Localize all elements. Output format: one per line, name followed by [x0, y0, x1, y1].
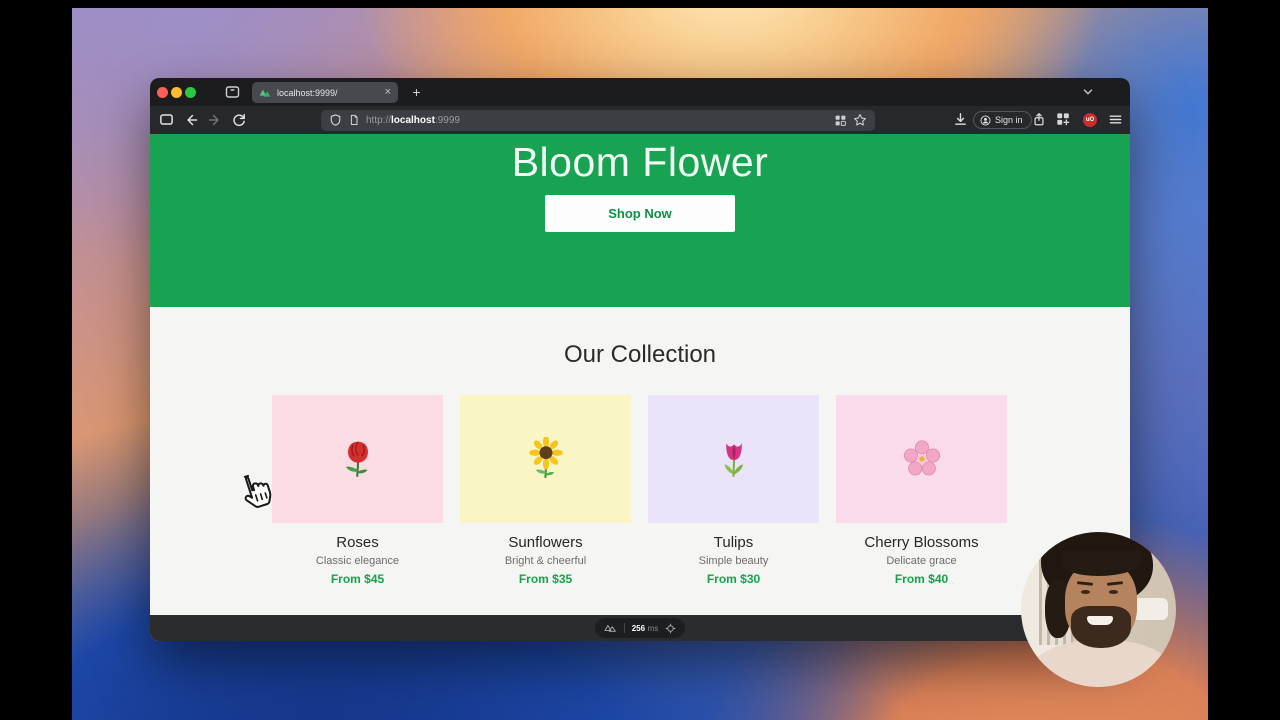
product-price: From $35 [460, 572, 631, 586]
collection-section: Our Collection [150, 307, 1130, 615]
back-icon[interactable] [183, 112, 199, 128]
performance-widget[interactable]: 256 ms [595, 618, 686, 638]
reload-icon[interactable] [231, 112, 247, 128]
tab-title: localhost:9999/ [277, 88, 380, 98]
forward-icon[interactable] [207, 112, 223, 128]
webcam-overlay [1021, 532, 1176, 687]
product-name: Cherry Blossoms [836, 534, 1007, 551]
product-price: From $30 [648, 572, 819, 586]
webcam-person-smile [1087, 616, 1113, 625]
shield-icon[interactable] [329, 113, 342, 127]
collection-heading: Our Collection [150, 341, 1130, 369]
share-icon[interactable] [1032, 112, 1046, 127]
mountains-logo-icon [604, 623, 617, 633]
webcam-person-eye [1081, 590, 1090, 594]
product-name: Tulips [648, 534, 819, 551]
browser-toolbar: http://localhost:9999 Sign in uO [150, 106, 1130, 134]
product-card-roses[interactable]: Roses Classic elegance From $45 [272, 395, 443, 586]
account-icon [980, 115, 991, 126]
bookmark-star-icon[interactable] [853, 113, 867, 127]
close-window-button[interactable] [157, 87, 168, 98]
zoom-window-button[interactable] [185, 87, 196, 98]
site-title: Bloom Flower [150, 134, 1130, 186]
webpage-content: Bloom Flower Shop Now Our Collection [150, 134, 1130, 615]
new-tab-button[interactable]: + [406, 82, 427, 103]
timing-readout: 256 ms [632, 623, 659, 633]
product-name: Roses [272, 534, 443, 551]
product-image [460, 395, 631, 523]
sunflower-emoji [525, 437, 567, 481]
url-text: http://localhost:9999 [366, 115, 460, 126]
sign-in-button[interactable]: Sign in [973, 111, 1032, 129]
product-tagline: Simple beauty [648, 555, 819, 567]
product-price: From $45 [272, 572, 443, 586]
product-image [836, 395, 1007, 523]
minimize-window-button[interactable] [171, 87, 182, 98]
menu-icon[interactable] [1108, 112, 1123, 127]
sign-in-label: Sign in [995, 115, 1023, 125]
product-card-tulips[interactable]: Tulips Simple beauty From $30 [648, 395, 819, 586]
window-status-bar: 256 ms [150, 615, 1130, 641]
product-tagline: Classic elegance [272, 555, 443, 567]
product-image [272, 395, 443, 523]
webcam-person-eye [1109, 590, 1118, 594]
tulip-emoji [713, 437, 755, 481]
screen: localhost:9999/ × + [0, 0, 1280, 720]
extensions-icon[interactable] [1056, 112, 1070, 126]
chevron-down-icon[interactable] [1080, 84, 1096, 100]
webcam-person-beard [1071, 606, 1131, 648]
tab-groups-icon[interactable] [834, 114, 847, 127]
product-tagline: Bright & cheerful [460, 555, 631, 567]
settings-target-icon[interactable] [665, 623, 676, 634]
rose-emoji [337, 437, 379, 481]
shop-now-button[interactable]: Shop Now [545, 195, 735, 232]
cherry-blossom-emoji [900, 437, 944, 481]
webcam-background-pillow [1132, 598, 1168, 620]
hero-section: Bloom Flower Shop Now [150, 134, 1130, 307]
tab-close-icon[interactable]: × [385, 87, 391, 98]
product-grid: Roses Classic elegance From $45 [272, 395, 1007, 586]
product-card-cherry-blossoms[interactable]: Cherry Blossoms Delicate grace From $40 [836, 395, 1007, 586]
product-price: From $40 [836, 572, 1007, 586]
url-bar[interactable]: http://localhost:9999 [321, 110, 875, 131]
product-tagline: Delicate grace [836, 555, 1007, 567]
product-image [648, 395, 819, 523]
ublock-extension-icon[interactable]: uO [1083, 113, 1097, 127]
tab-localhost[interactable]: localhost:9999/ × [252, 82, 398, 103]
tab-strip: localhost:9999/ × + [150, 78, 1130, 106]
sidebar-toggle-icon[interactable] [159, 112, 174, 127]
browser-window: localhost:9999/ × + [150, 78, 1130, 641]
site-favicon-mountains-icon [259, 88, 272, 98]
product-card-sunflowers[interactable]: Sunflowers Bright & cheerful From $35 [460, 395, 631, 586]
hand-cursor [233, 468, 277, 525]
page-info-icon[interactable] [348, 113, 360, 127]
browser-workspace-icon[interactable] [225, 85, 240, 99]
downloads-icon[interactable] [953, 112, 968, 127]
divider [624, 623, 625, 633]
product-name: Sunflowers [460, 534, 631, 551]
